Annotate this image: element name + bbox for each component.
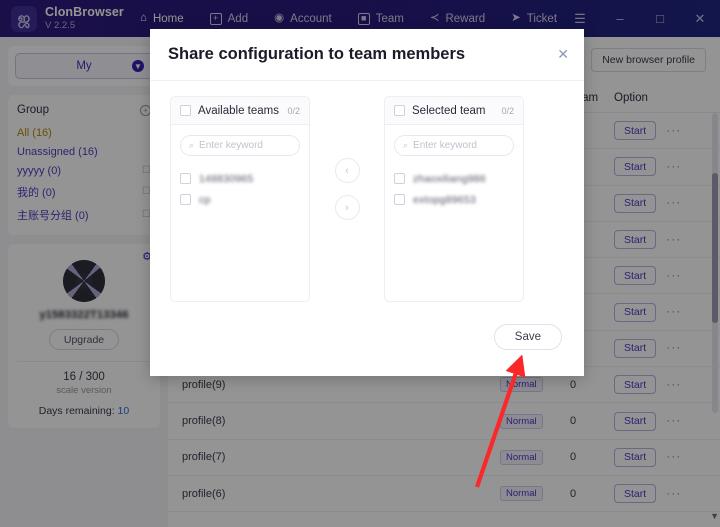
list-item-label: zhaoxiliang986 — [413, 172, 486, 185]
transfer-widget: Available teams 0/2 ⌕ Enter keyword 1488… — [150, 81, 584, 302]
list-item[interactable]: 148830965 — [180, 168, 300, 189]
search-icon: ⌕ — [403, 140, 409, 150]
list-item-checkbox[interactable] — [180, 173, 191, 184]
share-configuration-modal: Share configuration to team members ✕ Av… — [150, 29, 584, 376]
available-teams-select-all-checkbox[interactable] — [180, 105, 191, 116]
list-item-checkbox[interactable] — [180, 194, 191, 205]
close-icon[interactable]: ✕ — [557, 46, 569, 63]
available-teams-title: Available teams — [198, 104, 279, 117]
selected-team-body: ⌕ Enter keyword zhaoxiliang986 extopg896… — [385, 125, 523, 210]
list-item-label: 148830965 — [199, 172, 254, 185]
list-item-label: extopg89653 — [413, 193, 476, 206]
selected-team-select-all-checkbox[interactable] — [394, 105, 405, 116]
list-item-label: cp — [199, 193, 211, 206]
selected-team-title: Selected team — [412, 104, 486, 117]
modal-title: Share configuration to team members — [168, 45, 466, 63]
move-left-button[interactable]: ‹ — [334, 158, 360, 183]
available-teams-body: ⌕ Enter keyword 148830965 cp — [171, 125, 309, 210]
list-item[interactable]: extopg89653 — [394, 189, 514, 210]
selected-team-search-placeholder: Enter keyword — [413, 140, 477, 151]
list-item-checkbox[interactable] — [394, 173, 405, 184]
available-teams-panel: Available teams 0/2 ⌕ Enter keyword 1488… — [170, 96, 310, 302]
selected-team-count: 0/2 — [501, 105, 514, 116]
transfer-buttons: ‹ › — [310, 96, 384, 220]
selected-team-header: Selected team 0/2 — [385, 97, 523, 125]
modal-footer: Save — [150, 302, 584, 350]
list-item[interactable]: zhaoxiliang986 — [394, 168, 514, 189]
selected-team-panel: Selected team 0/2 ⌕ Enter keyword zhaoxi… — [384, 96, 524, 302]
app-window: ஜ ClonBrowser V 2.2.5 ⌂ Home + Add ◉ Acc… — [0, 0, 720, 527]
modal-header: Share configuration to team members ✕ — [150, 29, 584, 81]
save-button[interactable]: Save — [493, 324, 562, 350]
available-teams-count: 0/2 — [287, 105, 300, 116]
list-item-checkbox[interactable] — [394, 194, 405, 205]
available-teams-search-placeholder: Enter keyword — [199, 140, 263, 151]
list-item[interactable]: cp — [180, 189, 300, 210]
available-teams-header: Available teams 0/2 — [171, 97, 309, 125]
search-icon: ⌕ — [189, 140, 195, 150]
move-right-button[interactable]: › — [334, 195, 360, 220]
available-teams-search[interactable]: ⌕ Enter keyword — [180, 135, 300, 156]
selected-team-search[interactable]: ⌕ Enter keyword — [394, 135, 514, 156]
